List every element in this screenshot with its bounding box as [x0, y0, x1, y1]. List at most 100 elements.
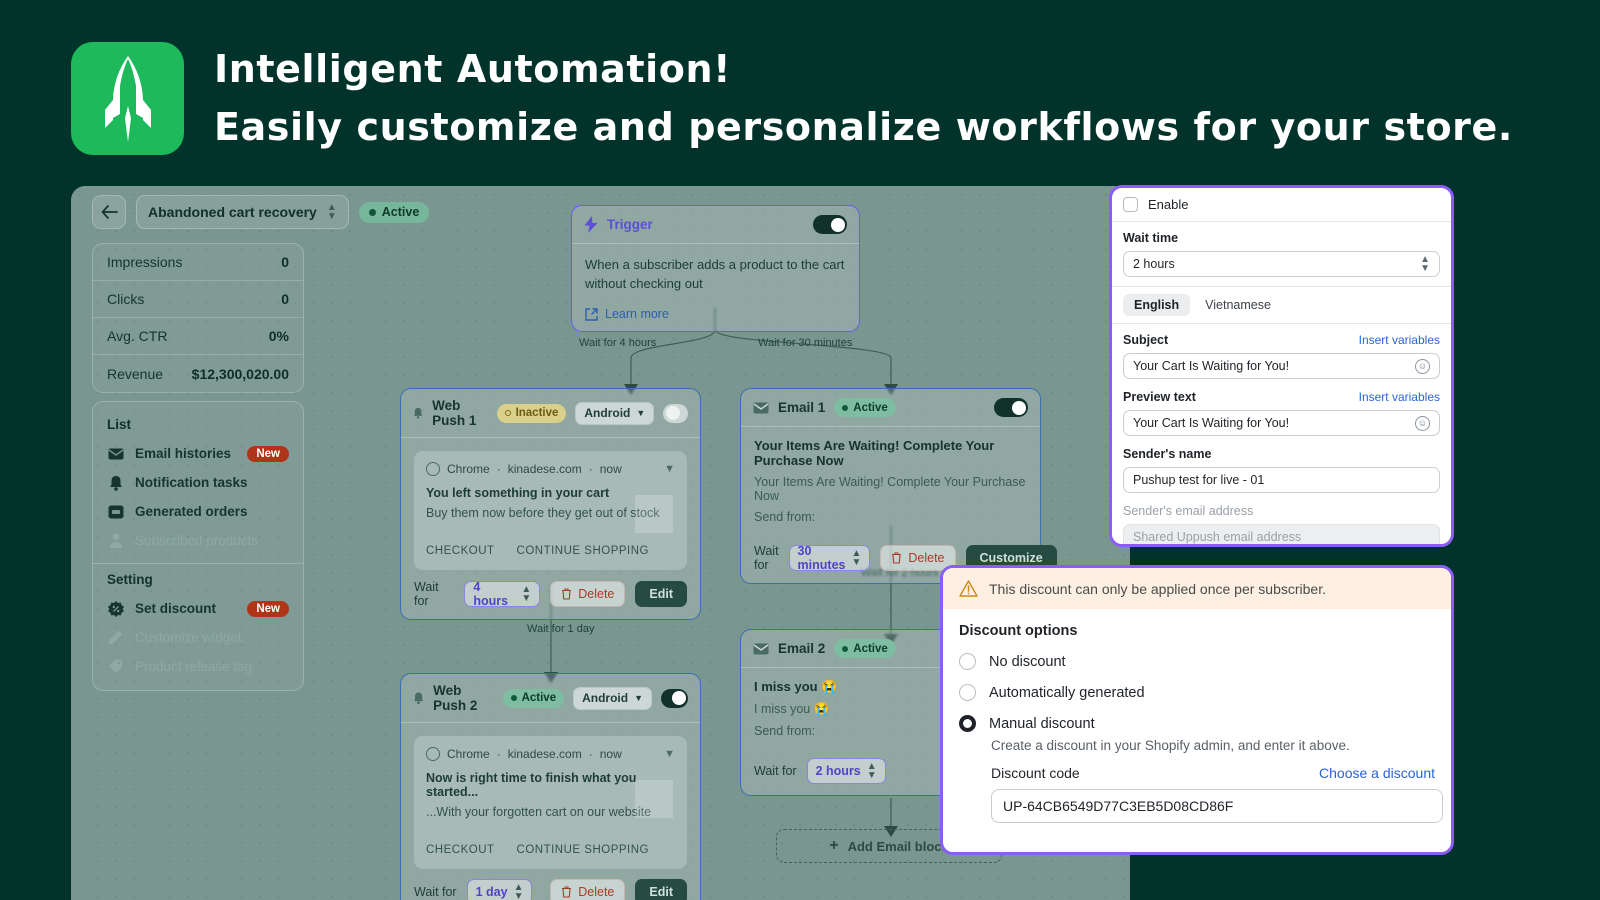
trigger-node[interactable]: Trigger When a subscriber adds a product…: [571, 205, 860, 332]
email-1-toggle[interactable]: [994, 398, 1028, 417]
lightning-icon: [584, 216, 598, 233]
sidebar-item-generated-orders[interactable]: Generated orders: [93, 497, 303, 526]
sidebar-item-set-discount[interactable]: Set discount New: [93, 594, 303, 623]
trigger-toggle[interactable]: [813, 215, 847, 234]
wait-time-row: Wait time 2 hours ▲ ▼: [1112, 222, 1451, 287]
toggle-knob: [665, 406, 680, 420]
discount-option-no-discount[interactable]: No discount: [959, 653, 1435, 670]
preview-insert-variables-link[interactable]: Insert variables: [1359, 390, 1440, 404]
sidebar-item-product-release-tag[interactable]: Product release tag: [93, 652, 303, 681]
email-2-wait-select[interactable]: 2 hours ▲ ▼: [806, 758, 886, 784]
discount-code-value: UP-64CB6549D77C3EB5D08CD86F: [1003, 798, 1234, 814]
enable-control[interactable]: Enable: [1123, 197, 1440, 212]
web-push-1-node[interactable]: Web Push 1 Inactive Android ▼ Chrome · k…: [400, 388, 701, 620]
tab-vietnamese[interactable]: Vietnamese: [1194, 294, 1282, 316]
web-push-2-header: Web Push 2 Active Android ▼: [401, 674, 700, 723]
enable-row[interactable]: Enable: [1112, 188, 1451, 222]
edge-label-right: Wait for 30 minutes: [758, 337, 853, 349]
web-push-1-footer: Wait for 4 hours ▲ ▼ Delete Edit: [401, 570, 700, 619]
discount-option-manual[interactable]: Manual discount: [959, 715, 1435, 732]
web-push-2-edit-button[interactable]: Edit: [635, 879, 687, 900]
preview-domain: kinadese.com: [507, 462, 582, 476]
discount-warning-text: This discount can only be applied once p…: [989, 580, 1326, 597]
learn-more-link[interactable]: Learn more: [585, 307, 846, 321]
sidebar-item-notification-tasks[interactable]: Notification tasks: [93, 468, 303, 497]
push-preview-card: Chrome · kinadese.com · now ▼ Now is rig…: [414, 736, 687, 869]
sidebar-item-label: Customize widget: [135, 630, 242, 645]
discount-option-auto-generated[interactable]: Automatically generated: [959, 684, 1435, 701]
chevron-down-icon[interactable]: ▼: [664, 748, 675, 760]
person-icon: [107, 532, 124, 549]
setting-section-title: Setting: [107, 572, 153, 587]
wait-value: 4 hours: [473, 580, 509, 608]
push-preview-actions: CHECKOUT CONTINUE SHOPPING: [426, 844, 675, 856]
sidebar-item-email-histories[interactable]: Email histories New: [93, 439, 303, 468]
trash-icon: [892, 552, 902, 564]
stat-label: Clicks: [107, 291, 145, 307]
platform-label: Android: [582, 691, 629, 705]
sender-name-input[interactable]: Pushup test for live - 01: [1123, 467, 1440, 493]
web-push-2-node[interactable]: Web Push 2 Active Android ▼ Chrome · kin…: [400, 673, 701, 900]
email-1-title: Email 1: [778, 400, 826, 415]
inbox-icon: [107, 503, 124, 520]
tab-english[interactable]: English: [1123, 294, 1191, 316]
chrome-icon: [426, 462, 440, 476]
radio-button[interactable]: [959, 684, 976, 701]
learn-more-label: Learn more: [605, 307, 669, 321]
subject-insert-variables-link[interactable]: Insert variables: [1359, 333, 1440, 347]
web-push-2-wait-select[interactable]: 1 day ▲ ▼: [466, 879, 533, 900]
email-1-subject: Your Items Are Waiting! Complete Your Pu…: [754, 438, 995, 468]
email-1-wait-select[interactable]: 30 minutes ▲ ▼: [788, 544, 871, 572]
push-preview-meta: Chrome · kinadese.com · now ▼: [426, 747, 675, 761]
sidebar-item-customize-widget[interactable]: Customize widget: [93, 623, 303, 652]
chevron-down-icon: ▼: [636, 408, 646, 418]
stat-value: $12,300,020.00: [191, 365, 289, 382]
push-action-continue[interactable]: CONTINUE SHOPPING: [517, 844, 649, 856]
chevron-down-icon[interactable]: ▼: [664, 463, 675, 475]
email-1-header: Email 1 Active: [741, 389, 1040, 427]
delete-label: Delete: [578, 885, 615, 899]
language-tabs[interactable]: English Vietnamese: [1112, 287, 1451, 324]
discount-code-label: Discount code: [991, 765, 1080, 781]
radio-button[interactable]: [959, 653, 976, 670]
wait-value: 30 minutes: [797, 544, 846, 572]
enable-checkbox[interactable]: [1123, 197, 1138, 212]
wait-time-select[interactable]: 2 hours ▲ ▼: [1123, 251, 1440, 277]
sidebar-item-subscribed-products[interactable]: Subscribed products: [93, 526, 303, 555]
navigation-card: List Email histories New Notification ta…: [92, 401, 304, 691]
email-1-node[interactable]: Email 1 Active Your Items Are Waiting! C…: [740, 388, 1057, 584]
chrome-icon: [426, 747, 440, 761]
smiley-icon[interactable]: ☺: [1415, 358, 1430, 374]
web-push-2-platform-select[interactable]: Android ▼: [573, 686, 653, 710]
sidebar-item-label: Product release tag: [135, 659, 253, 674]
sidebar-item-label: Subscribed products: [135, 533, 259, 548]
discount-options-panel[interactable]: This discount can only be applied once p…: [940, 565, 1454, 855]
subject-input[interactable]: Your Cart Is Waiting for You! ☺: [1123, 353, 1440, 379]
web-push-1-header: Web Push 1 Inactive Android ▼: [401, 389, 700, 438]
discount-help-text: Create a discount in your Shopify admin,…: [991, 738, 1350, 753]
web-push-2-delete-button[interactable]: Delete: [550, 879, 626, 900]
radio-button-selected[interactable]: [959, 715, 976, 732]
preview-text-input[interactable]: Your Cart Is Waiting for You! ☺: [1123, 410, 1440, 436]
back-button[interactable]: [92, 195, 126, 229]
smiley-icon[interactable]: ☺: [1415, 415, 1430, 431]
web-push-1-toggle[interactable]: [663, 403, 688, 423]
web-push-1-wait-select[interactable]: 4 hours ▲ ▼: [464, 580, 541, 608]
web-push-1-platform-select[interactable]: Android ▼: [575, 401, 655, 425]
discount-options-title: Discount options: [959, 623, 1078, 639]
new-badge: New: [247, 445, 289, 462]
status-dot-icon: [842, 404, 849, 411]
push-action-continue[interactable]: CONTINUE SHOPPING: [517, 545, 649, 557]
trash-icon: [562, 886, 572, 898]
bell-icon: [107, 474, 124, 491]
web-push-1-delete-button[interactable]: Delete: [550, 581, 626, 607]
push-action-checkout[interactable]: CHECKOUT: [426, 844, 495, 856]
web-push-1-edit-button[interactable]: Edit: [635, 581, 687, 607]
choose-a-discount-link[interactable]: Choose a discount: [1319, 765, 1435, 781]
push-action-checkout[interactable]: CHECKOUT: [426, 545, 495, 557]
email-settings-panel[interactable]: Enable Wait time 2 hours ▲ ▼ English Viet…: [1109, 185, 1454, 547]
web-push-2-toggle[interactable]: [661, 688, 688, 708]
workflow-name-select[interactable]: Abandoned cart recovery ▲ ▼: [136, 195, 349, 229]
new-badge: New: [247, 600, 289, 617]
discount-code-input[interactable]: UP-64CB6549D77C3EB5D08CD86F: [991, 789, 1443, 823]
